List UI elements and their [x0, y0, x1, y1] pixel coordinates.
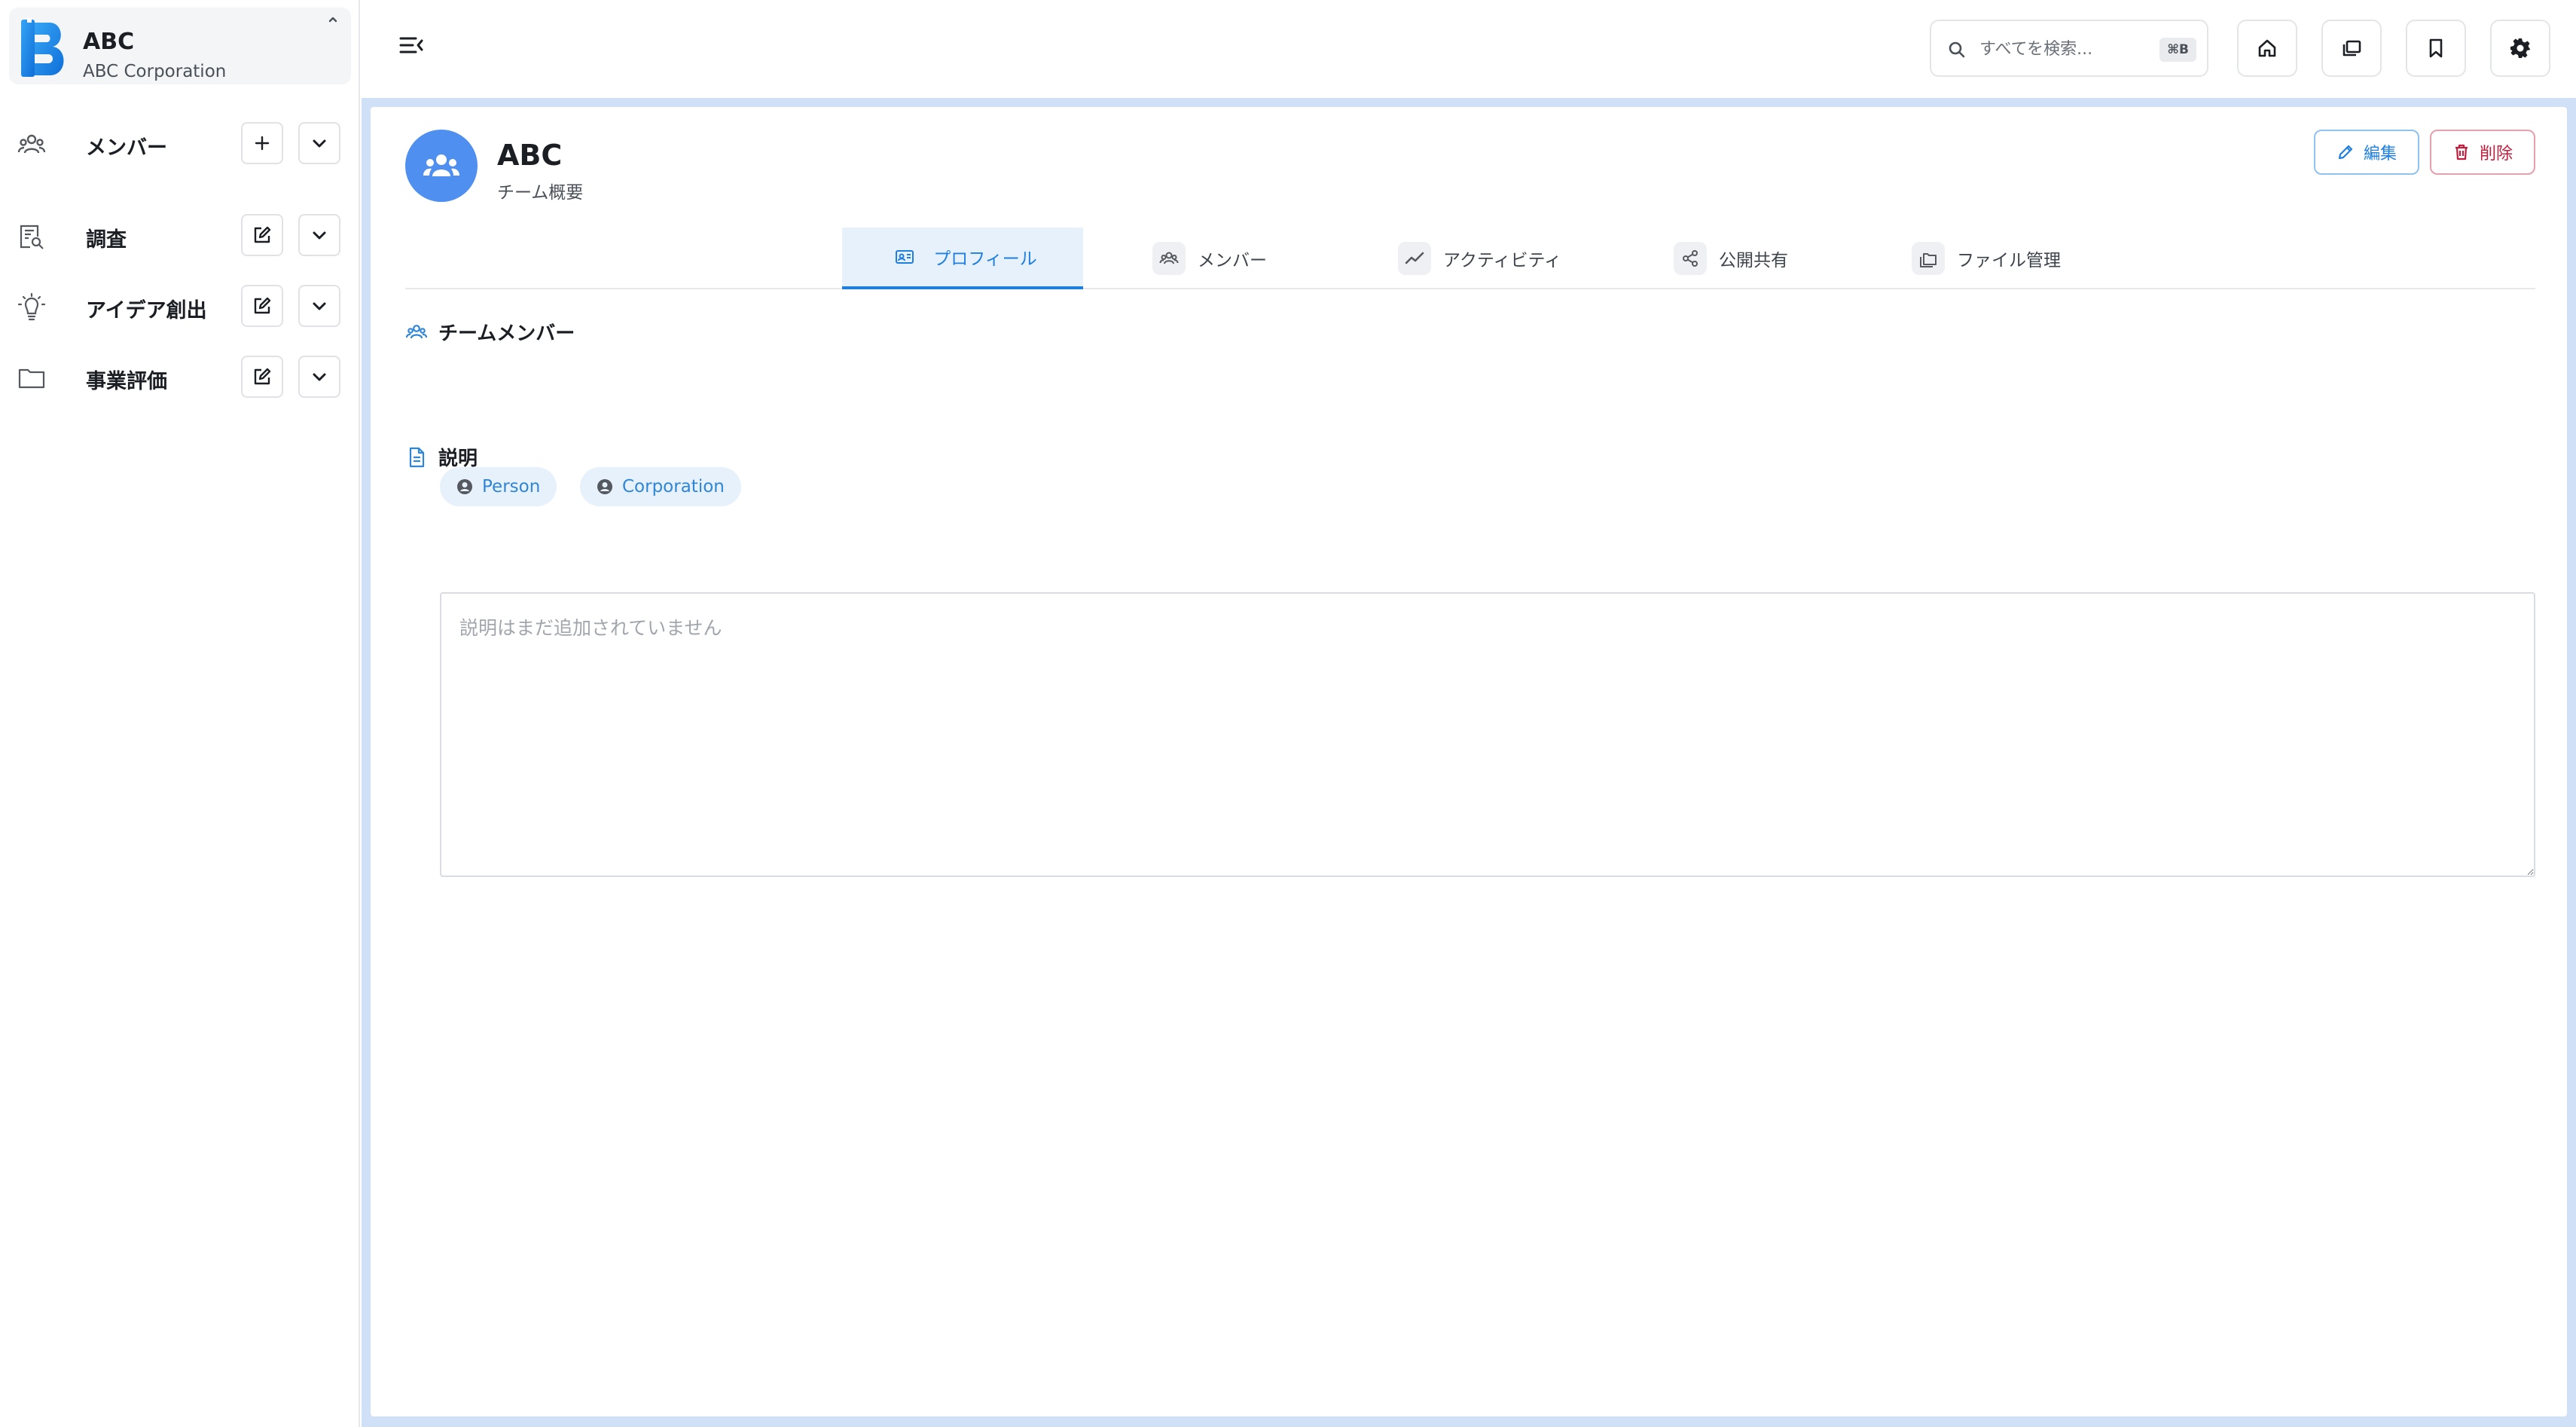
users-icon: [1152, 242, 1186, 275]
description-textarea[interactable]: [440, 592, 2535, 877]
tab-public-share[interactable]: 公開共有: [1674, 228, 1788, 289]
sidebar-item-research[interactable]: 調査: [0, 209, 360, 261]
id-card-icon: [888, 240, 921, 273]
team-detail-card: ABC チーム概要 編集 削除 プロフィール メンバー アクティビティ 公開共有…: [371, 107, 2567, 1416]
tab-label: アクティビティ: [1443, 251, 1562, 270]
pages-icon: [2343, 40, 2361, 57]
chip-label: Person: [482, 477, 541, 497]
org-name: ABC: [83, 29, 135, 55]
search-icon: [1949, 41, 1965, 58]
chevron-down-icon: [313, 231, 326, 240]
settings-button[interactable]: [2490, 20, 2550, 77]
document-icon: [409, 447, 425, 467]
team-subtitle: チーム概要: [497, 183, 584, 203]
edit-label: 編集: [2363, 144, 2397, 163]
bookmark-icon: [2429, 38, 2443, 58]
edit-icon: [254, 297, 271, 314]
delete-button[interactable]: 削除: [2430, 130, 2535, 175]
app-root: ABC ABC Corporation メンバー 調査 アイデア創出 事業評価 …: [0, 0, 2576, 1427]
tab-file-management[interactable]: ファイル管理: [1912, 228, 2061, 289]
org-subtitle: ABC Corporation: [83, 62, 227, 81]
expand-members-button[interactable]: [298, 122, 340, 164]
tab-label: ファイル管理: [1957, 251, 2061, 270]
gear-icon: [2510, 38, 2530, 58]
folder-icon: [18, 368, 45, 389]
chip-label: Corporation: [622, 477, 725, 497]
search-shortcut-badge: ⌘B: [2159, 38, 2196, 62]
users-icon: [17, 134, 46, 154]
home-button[interactable]: [2237, 20, 2297, 77]
chevron-down-icon: [313, 302, 326, 310]
bookmark-button[interactable]: [2406, 20, 2466, 77]
sidebar-item-members[interactable]: メンバー: [0, 118, 360, 169]
share-icon: [1674, 242, 1707, 275]
plus-icon: [255, 136, 270, 151]
global-search[interactable]: ⌘B: [1930, 20, 2208, 77]
lightbulb-icon: [17, 292, 46, 321]
tab-profile[interactable]: プロフィール: [842, 228, 1083, 289]
tab-members[interactable]: メンバー: [1152, 228, 1267, 289]
member-chip[interactable]: Person: [440, 467, 557, 506]
edit-research-button[interactable]: [241, 214, 283, 256]
user-circle-icon: [597, 479, 612, 494]
chevron-down-icon: [313, 373, 326, 381]
team-members-heading: チームメンバー: [405, 318, 575, 346]
section-title: チームメンバー: [438, 322, 575, 345]
expand-research-button[interactable]: [298, 214, 340, 256]
edit-icon: [254, 226, 271, 243]
files-icon: [1912, 242, 1945, 275]
tab-activity[interactable]: アクティビティ: [1398, 228, 1561, 289]
research-icon: [20, 225, 44, 249]
pages-button[interactable]: [2321, 20, 2382, 77]
sidebar-item-label: メンバー: [86, 136, 167, 160]
chevron-down-icon: [313, 139, 326, 148]
sidebar-item-label: 事業評価: [86, 370, 167, 393]
menu-collapse-icon[interactable]: [396, 30, 426, 60]
expand-evaluation-button[interactable]: [298, 356, 340, 398]
edit-ideation-button[interactable]: [241, 285, 283, 327]
user-circle-icon: [457, 479, 472, 494]
edit-evaluation-button[interactable]: [241, 356, 283, 398]
search-input[interactable]: [1979, 35, 2130, 63]
chevron-updown-icon[interactable]: [322, 12, 343, 42]
top-header: ⌘B: [362, 0, 2576, 98]
pencil-icon: [2338, 145, 2353, 160]
team-avatar: [405, 130, 478, 202]
org-logo: [21, 18, 64, 77]
sidebar-item-label: 調査: [86, 228, 127, 252]
expand-ideation-button[interactable]: [298, 285, 340, 327]
member-chip[interactable]: Corporation: [580, 467, 741, 506]
trend-line-icon: [1398, 242, 1431, 275]
sidebar-item-business-evaluation[interactable]: 事業評価: [0, 351, 360, 402]
edit-button[interactable]: 編集: [2314, 130, 2419, 175]
home-icon: [2258, 39, 2276, 57]
add-member-button[interactable]: [241, 122, 283, 164]
users-icon: [405, 324, 428, 338]
main-frame: ABC チーム概要 編集 削除 プロフィール メンバー アクティビティ 公開共有…: [362, 98, 2576, 1427]
section-title: 説明: [438, 448, 478, 470]
sidebar: ABC ABC Corporation メンバー 調査 アイデア創出 事業評価: [0, 0, 360, 1427]
tab-label: プロフィール: [933, 249, 1037, 269]
trash-icon: [2455, 144, 2468, 160]
sidebar-item-label: アイデア創出: [86, 299, 207, 322]
edit-icon: [254, 368, 271, 385]
delete-label: 削除: [2479, 144, 2513, 163]
team-name: ABC: [497, 139, 563, 172]
description-heading: 説明: [405, 443, 478, 471]
tab-bar: プロフィール メンバー アクティビティ 公開共有 ファイル管理: [405, 228, 2535, 289]
sidebar-item-ideation[interactable]: アイデア創出: [0, 280, 360, 332]
tab-label: メンバー: [1198, 251, 1267, 270]
org-switcher[interactable]: ABC ABC Corporation: [9, 8, 351, 84]
team-icon: [423, 154, 459, 176]
tab-label: 公開共有: [1719, 251, 1788, 270]
